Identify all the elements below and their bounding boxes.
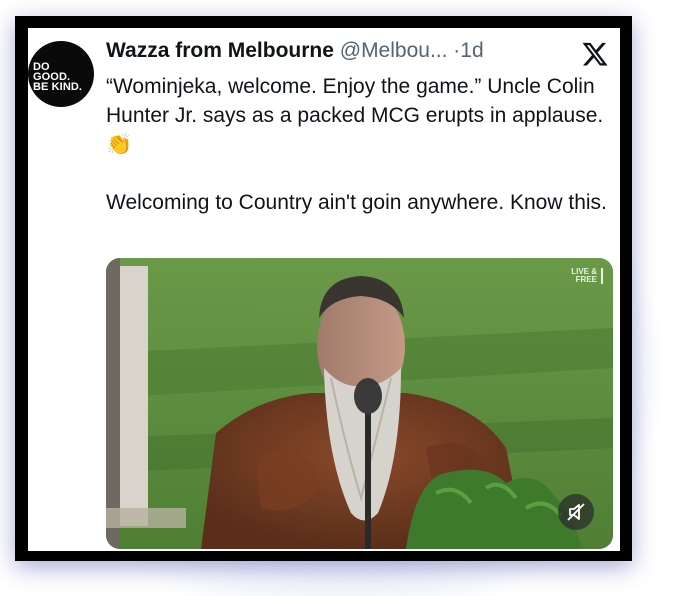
video-frame (106, 258, 613, 549)
author-name[interactable]: Wazza from Melbourne (106, 39, 334, 62)
live-badge-line: FREE (575, 275, 597, 284)
avatar-text-line: BE KIND. (33, 81, 83, 93)
tweet-paragraph: “Wominjeka, welcome. Enjoy the game.” Un… (106, 72, 616, 159)
speaker-muted-icon (567, 503, 585, 521)
mute-button[interactable] (558, 494, 594, 530)
tweet-header: Wazza from Melbourne @Melbou... ·1d (106, 39, 546, 69)
tweet-paragraph: Welcoming to Country ain't goin anywhere… (106, 191, 607, 214)
x-logo-icon[interactable] (581, 40, 609, 68)
avatar[interactable]: DO GOOD. BE KIND. (28, 41, 94, 107)
tweet-timestamp[interactable]: 1d (460, 39, 483, 62)
live-free-badge: LIVE & FREE (571, 268, 603, 284)
tweet-video[interactable]: LIVE & FREE (106, 258, 613, 549)
tweet-card[interactable]: DO GOOD. BE KIND. Wazza from Melbourne @… (28, 28, 620, 551)
clapping-hands-emoji: 👏 (106, 133, 133, 156)
tweet-paragraph-text: “Wominjeka, welcome. Enjoy the game.” Un… (106, 75, 604, 127)
author-handle[interactable]: @Melbou... (340, 39, 448, 62)
tweet-text: “Wominjeka, welcome. Enjoy the game.” Un… (106, 72, 616, 217)
